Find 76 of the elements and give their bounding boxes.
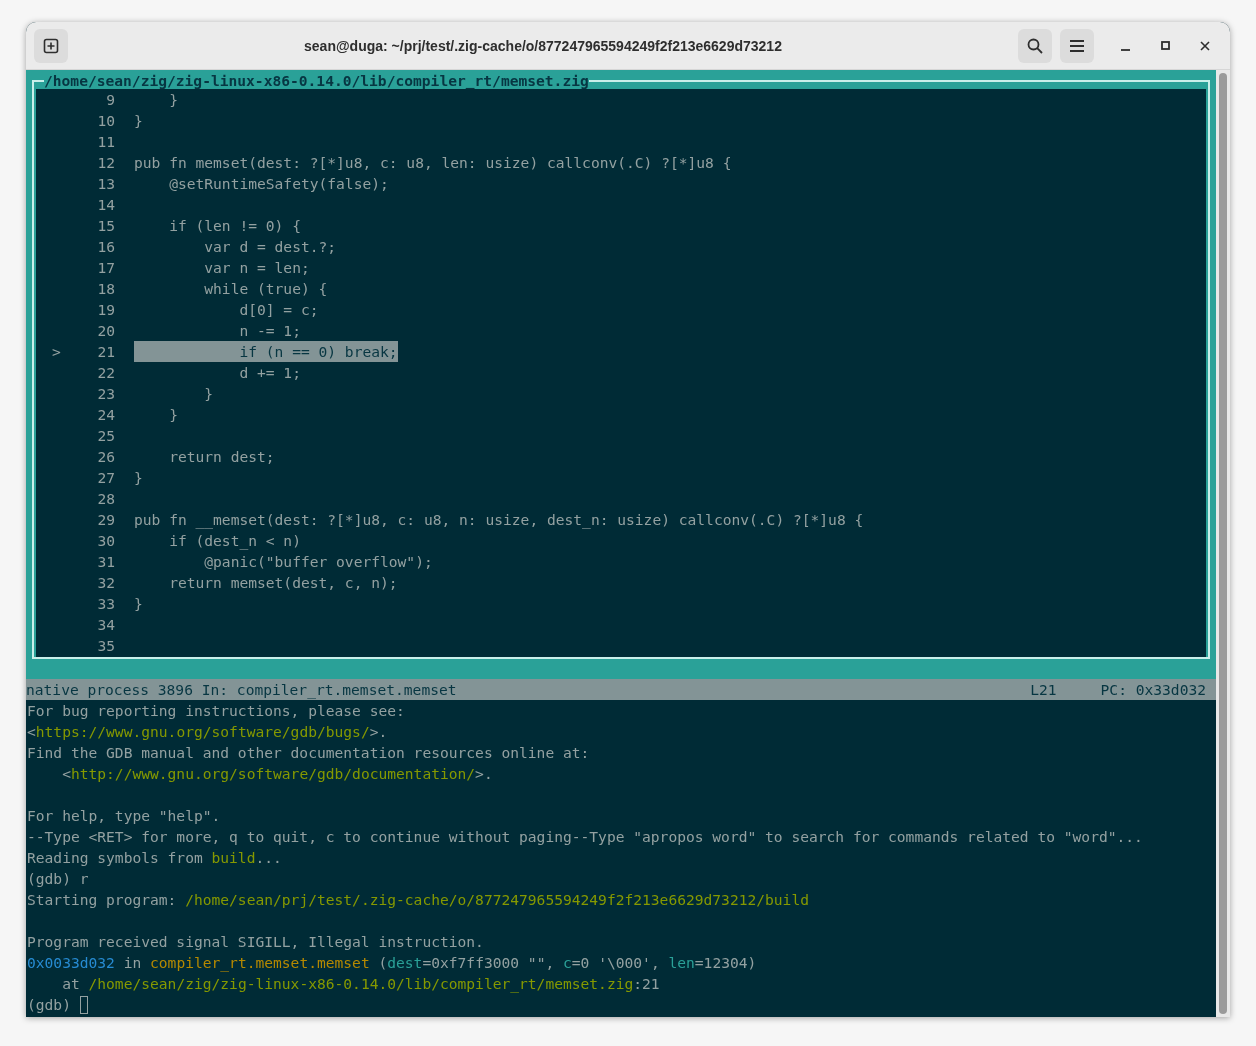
line-number: 18 [96,279,115,299]
code-line: @panic("buffer overflow"); [203,552,433,572]
maximize-icon [1160,41,1170,50]
code-line: var n = len; [203,258,310,278]
current-line-marker: > [52,342,61,362]
file-path-title: /home/sean/zig/zig-linux-x86-0.14.0/lib/compiler_rt/memset.zig [44,71,589,91]
line-number: 32 [96,573,115,593]
line-number: 10 [96,111,115,131]
line-number: 15 [96,216,115,236]
line-number: 27 [96,468,115,488]
code-line: pub fn memset(dest: ?[*]u8, c: u8, len: usize) callconv(.C) ?[*]u8 { [134,153,732,173]
new-tab-button[interactable] [34,28,68,63]
code-line: } [134,594,143,614]
line-number: 25 [96,426,115,446]
code-line: if (dest_n < n) [168,531,301,551]
text-cursor [79,995,88,1014]
code-line: } [168,90,178,110]
program-counter: PC: 0x33d032 [1100,680,1206,700]
search-button[interactable] [1018,28,1052,63]
line-number: 26 [96,447,115,467]
console-line: Find the GDB manual and other documentation resources online at: [27,743,590,763]
menu-icon [1069,38,1085,53]
console-line: For bug reporting instructions, please see: [27,701,405,721]
line-number: 17 [96,258,115,278]
line-number: 22 [96,363,115,383]
line-number: 34 [96,615,115,635]
line-number: 21 [96,342,115,362]
line-number: 14 [96,195,115,215]
code-line: pub fn __memset(dest: ?[*]u8, c: u8, n: usize, dest_n: usize) callconv(.C) ?[*]u8 { [134,510,864,530]
console-line: --Type <RET> for more, q to quit, c to continue without paging--Type "apropos word" to search for commands related to "word"... [27,827,1143,847]
code-line: var d = dest.?; [203,237,337,257]
console-line: <https://www.gnu.org/software/gdb/bugs/>. [27,722,388,742]
code-line: d[0] = c; [238,300,319,320]
plus-square-icon [43,37,59,54]
code-line: n -= 1; [238,321,301,341]
console-line: (gdb) r [27,869,89,889]
line-number: 12 [96,153,115,173]
code-line: @setRuntimeSafety(false); [168,174,389,194]
line-number: 13 [96,174,115,194]
search-icon [1027,37,1043,54]
code-line: return dest; [168,447,275,467]
process-status: native process 3896 In: compiler_rt.memset.memset [26,680,458,700]
line-number: 16 [96,237,115,257]
code-line: } [134,468,143,488]
line-number: 23 [96,384,115,404]
line-number: 20 [96,321,115,341]
console-line: Program received signal SIGILL, Illegal instruction. [27,932,484,952]
code-line: while (true) { [203,279,328,299]
console-line: at /home/sean/zig/zig-linux-x86-0.14.0/lib/compiler_rt/memset.zig:21 [61,974,660,994]
line-number: 19 [96,300,115,320]
console-line: Reading symbols from build... [27,848,282,868]
line-number: 35 [96,636,115,656]
menu-button[interactable] [1060,28,1094,63]
line-number: 33 [96,594,115,614]
console-line: Starting program: /home/sean/prj/test/.zig-cache/o/877247965594249f2f213e6629d73212/build [27,890,809,910]
console-line: 0x0033d032 in compiler_rt.memset.memset (dest=0xf7ff3000 "", c=0 '\000', len=12304) [27,953,757,973]
close-icon [1200,40,1210,51]
line-indicator: L21 [1030,680,1057,700]
code-line: return memset(dest, c, n); [168,573,398,593]
line-number: 28 [96,489,115,509]
console-line: (gdb) [27,995,72,1015]
line-number: 9 [105,90,115,110]
line-number: 29 [96,510,115,530]
line-number: 24 [96,405,115,425]
minimize-icon [1120,48,1130,51]
window-title: sean@duga: ~/prj/test/.zig-cache/o/877247965594249f2f213e6629d73212 [303,37,783,54]
code-line: } [134,111,143,131]
line-number: 11 [96,132,115,152]
code-line: d += 1; [238,363,301,383]
console-line: <http://www.gnu.org/software/gdb/documentation/>. [61,764,493,784]
code-line: if (len != 0) { [168,216,301,236]
console-line: For help, type "help". [27,806,221,826]
line-number: 30 [96,531,115,551]
code-line: } [203,384,214,404]
code-line: } [168,405,178,425]
line-number: 31 [96,552,115,572]
